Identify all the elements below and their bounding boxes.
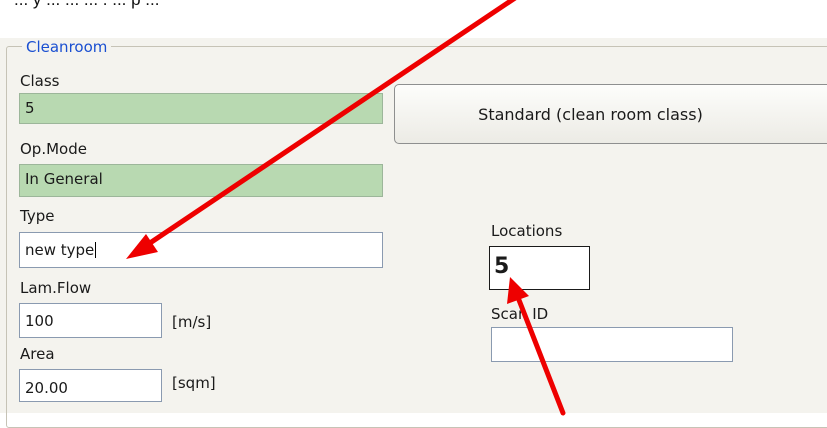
red-arrow-icon [507,277,566,416]
annotation-arrows [126,0,566,416]
red-arrow-icon [126,0,517,259]
